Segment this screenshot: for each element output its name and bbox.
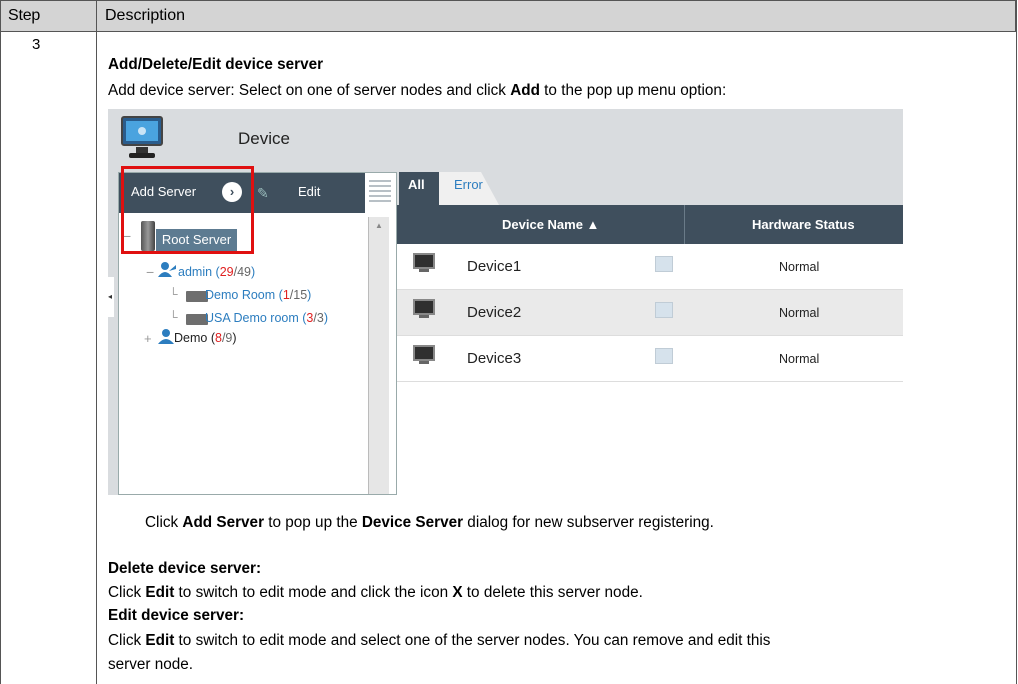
collapse-tab[interactable]: ◂ [108, 277, 114, 317]
column-separator [684, 205, 685, 244]
pencil-icon: ✎ [257, 185, 269, 201]
collapse-arrow-icon: ◂ [108, 292, 113, 301]
edit-text: Click Edit to switch to edit mode and se… [108, 632, 771, 649]
delete-heading: Delete device server: [108, 560, 262, 577]
tab-bar: All Error [397, 172, 903, 205]
tab-error[interactable]: Error [439, 172, 499, 205]
monitor-stand [419, 315, 429, 318]
list-view-icon[interactable] [369, 177, 391, 207]
left-border [0, 0, 1, 684]
column-hardware-status[interactable]: Hardware Status [752, 217, 855, 232]
tree-branch-line: └ [169, 287, 178, 301]
right-border [1016, 0, 1017, 684]
device-title: Device [238, 129, 290, 148]
monitor-icon [413, 253, 435, 269]
scroll-up-icon[interactable]: ▲ [375, 221, 383, 230]
tree-node-demo[interactable]: Demo (8/9) [174, 331, 237, 345]
device-monitor-icon [121, 116, 163, 158]
table-header: Step Description [0, 0, 1016, 32]
add-server-explanation: Click Add Server to pop up the Device Se… [145, 514, 714, 531]
screen-preview-icon[interactable] [655, 256, 673, 272]
header-step: Step [8, 7, 41, 24]
tree-node-usa-demo-room[interactable]: USA Demo room (3/3) [205, 311, 328, 325]
hardware-status: Normal [779, 260, 820, 274]
edit-button[interactable]: Edit [298, 184, 320, 199]
monitor-icon [413, 299, 435, 315]
monitor-icon [413, 345, 435, 361]
device-name: Device3 [467, 350, 522, 367]
monitor-stand [419, 361, 429, 364]
edit-heading: Edit device server: [108, 607, 245, 624]
section-heading: Add/Delete/Edit device server [108, 56, 324, 73]
add-intro: Add device server: Select on one of serv… [108, 82, 727, 99]
screen-preview-icon[interactable] [655, 348, 673, 364]
table-row[interactable]: Device1 Normal [397, 244, 903, 290]
user-icon [158, 329, 174, 344]
tree-node-admin[interactable]: admin (29/49) [178, 265, 255, 279]
user-icon [158, 262, 176, 277]
server-tree-panel: Add Server › ✎ Edit ▲ − Root Server − ad… [118, 166, 397, 495]
device-list-panel: All Error Device Name ▲ Hardware Status … [397, 172, 903, 495]
highlight-box [121, 166, 254, 254]
table-row[interactable]: Device3 Normal [397, 336, 903, 382]
table-row[interactable]: Device2 Normal [397, 290, 903, 336]
collapse-admin-icon[interactable]: − [146, 264, 154, 280]
tree-scrollbar[interactable]: ▲ [368, 217, 389, 494]
edit-text-line2: server node. [108, 656, 194, 673]
tree-node-demo-room[interactable]: Demo Room (1/15) [205, 288, 311, 302]
header-description: Description [105, 7, 186, 24]
tab-all[interactable]: All [399, 172, 439, 205]
delete-text: Click Edit to switch to edit mode and cl… [108, 584, 643, 601]
expand-demo-icon[interactable]: + [144, 331, 152, 346]
tree-branch-line: └ [169, 310, 178, 324]
hardware-status: Normal [779, 352, 820, 366]
hardware-status: Normal [779, 306, 820, 320]
screen-preview-icon[interactable] [655, 302, 673, 318]
grid-header: Device Name ▲ Hardware Status [397, 205, 903, 244]
step-number: 3 [32, 36, 41, 53]
device-screenshot: Device ◂ Add Server › ✎ Edit ▲ − Root Se… [108, 109, 903, 495]
step-table: Step Description 3 Add/Delete/Edit devic… [0, 0, 1018, 684]
device-name: Device2 [467, 304, 522, 321]
monitor-stand [419, 269, 429, 272]
column-divider [96, 0, 97, 684]
device-name: Device1 [467, 258, 522, 275]
column-device-name[interactable]: Device Name ▲ [502, 217, 599, 232]
